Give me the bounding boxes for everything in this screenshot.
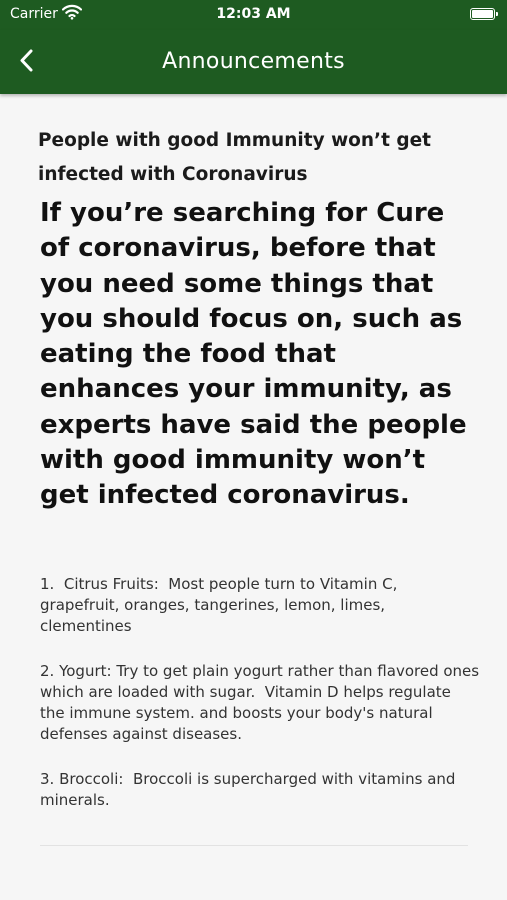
tips-list: 1. Citrus Fruits: Most people turn to Vi… <box>40 574 480 835</box>
list-item: 2. Yogurt: Try to get plain yogurt rathe… <box>40 662 484 743</box>
battery-icon <box>470 8 498 20</box>
list-item: 1. Citrus Fruits: Most people turn to Vi… <box>40 575 403 635</box>
announcement-subtitle: People with good Immunity won’t get infe… <box>38 130 431 185</box>
announcement-headline: If you’re searching for Cure of coronavi… <box>40 198 467 511</box>
status-time: 12:03 AM <box>216 6 291 22</box>
page-title: Announcements <box>162 49 345 74</box>
divider <box>40 845 468 846</box>
status-bar: Carrier 12:03 AM <box>0 0 507 30</box>
announcement-content: People with good Immunity won’t get infe… <box>0 94 507 900</box>
navigation-bar: Announcements <box>0 30 507 94</box>
list-item: 3. Broccoli: Broccoli is supercharged wi… <box>40 770 461 809</box>
